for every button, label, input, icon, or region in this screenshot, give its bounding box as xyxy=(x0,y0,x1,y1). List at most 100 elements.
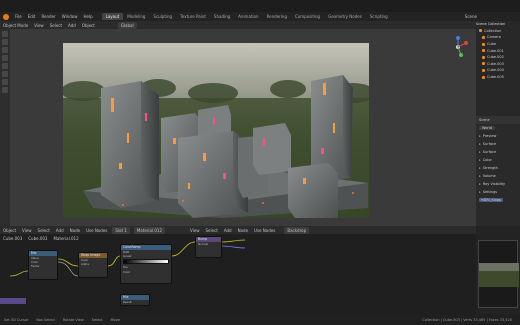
object-icon xyxy=(479,29,482,33)
3d-viewport[interactable]: Object Mode View Select Add Object Global xyxy=(0,21,476,226)
object-icon xyxy=(482,75,485,79)
properties-panel-row[interactable]: ▸ Color xyxy=(476,156,520,164)
outliner-item[interactable]: Camera xyxy=(476,34,520,41)
properties-panel-row[interactable]: ▸ Surface xyxy=(476,148,520,156)
viewport-menu-select[interactable]: Select xyxy=(47,23,65,28)
outliner-item[interactable]: Cube.001 xyxy=(476,47,520,54)
top-bar: File Edit Render Window Help Layout Modeling S… xyxy=(0,12,520,21)
cursor-tool-icon[interactable] xyxy=(2,39,8,45)
properties-panel-row[interactable]: ▸ Strength xyxy=(476,164,520,172)
main-menu: File Edit Render Window Help xyxy=(12,14,96,19)
node-links xyxy=(9,239,246,277)
tab-shading[interactable]: Shading xyxy=(210,13,234,20)
select-tool-icon[interactable] xyxy=(2,31,8,37)
shader-editor[interactable]: Object View Select Add Node Use Nodes Slot 1 … xyxy=(0,226,476,314)
menu-render[interactable]: Render xyxy=(38,14,58,19)
annotate-tool-icon[interactable] xyxy=(2,79,8,85)
workspace-tabs: Layout Modeling Sculpting Texture Paint Shad… xyxy=(101,13,392,20)
object-icon xyxy=(482,49,485,53)
tab-rendering[interactable]: Rendering xyxy=(263,13,291,20)
node-colorramp[interactable]: ColorRamp RGB Linear Pos Color xyxy=(120,244,172,284)
properties-panel-label: Color xyxy=(482,158,492,162)
outliner-item[interactable]: Cube.003 xyxy=(476,61,520,68)
properties-panel-label: Surface xyxy=(482,142,497,146)
status-bar: Set 3D Cursor Box Select Rotate View Select… xyxy=(0,314,520,325)
properties-panel-row[interactable]: ▸ Surface xyxy=(476,140,520,148)
outliner-item-label: Cube xyxy=(487,42,497,47)
world-selector[interactable]: World xyxy=(479,126,496,130)
frame-node[interactable] xyxy=(0,298,26,304)
outliner-item-label: Cube.005 xyxy=(487,75,504,80)
scene-selector[interactable]: Scene xyxy=(462,14,480,19)
transform-tool-icon[interactable] xyxy=(2,71,8,77)
outliner-item-label: Collection xyxy=(484,28,502,33)
tab-sculpting[interactable]: Sculpting xyxy=(149,13,176,20)
chevron-right-icon[interactable]: ▸ xyxy=(479,142,481,146)
outliner: Scene Collection Collection Camera Cube Cub… xyxy=(476,21,520,116)
render-image xyxy=(63,43,369,218)
tab-animation[interactable]: Animation xyxy=(234,13,262,20)
hdri-preview[interactable] xyxy=(478,240,519,308)
node-bump[interactable]: Bump Normal xyxy=(195,236,222,258)
navigation-gizmo[interactable] xyxy=(446,35,470,59)
chevron-right-icon[interactable]: ▸ xyxy=(479,174,481,178)
outliner-item-label: Cube.004 xyxy=(487,68,504,73)
chevron-right-icon[interactable]: ▸ xyxy=(479,134,481,138)
chevron-right-icon[interactable]: ▸ xyxy=(479,190,481,194)
properties-panel-label: Preview xyxy=(482,134,497,138)
tab-texture-paint[interactable]: Texture Paint xyxy=(176,13,210,20)
image-editor xyxy=(476,226,520,314)
menu-help[interactable]: Help xyxy=(80,14,95,19)
properties-panel-row[interactable]: ▸ Preview xyxy=(476,132,520,140)
chevron-right-icon[interactable]: ▸ xyxy=(479,182,481,186)
tab-geometry-nodes[interactable]: Geometry Nodes xyxy=(324,13,366,20)
viewport-menu-object[interactable]: Object xyxy=(79,23,98,28)
properties-panel: Scene World ▸ Preview ▸ Surface ▸ Surface ▸ Col… xyxy=(476,116,520,226)
viewport-menu-view[interactable]: View xyxy=(31,23,47,28)
outliner-item[interactable]: Cube.004 xyxy=(476,67,520,74)
properties-panel-row[interactable]: ▸ Settings xyxy=(476,188,520,196)
status-hint-box-select: Box Select xyxy=(36,317,55,322)
transform-orientation[interactable]: Global xyxy=(117,21,137,29)
outliner-title: Scene Collection xyxy=(476,22,506,27)
blender-logo-icon[interactable] xyxy=(3,13,9,20)
status-hint-select: Select xyxy=(91,317,103,322)
camera-render-view[interactable] xyxy=(63,43,369,218)
properties-panel-row[interactable]: ▸ Volume xyxy=(476,172,520,180)
tab-modeling[interactable]: Modeling xyxy=(123,13,149,20)
chevron-right-icon[interactable]: ▸ xyxy=(479,158,481,162)
tab-layout[interactable]: Layout xyxy=(101,13,124,20)
hdri-image-field[interactable]: HDRI_Klopp xyxy=(479,198,504,202)
viewport-menu-add[interactable]: Add xyxy=(65,23,79,28)
outliner-item-label: Camera xyxy=(487,35,501,40)
chevron-right-icon[interactable]: ▸ xyxy=(479,166,481,170)
properties-panel-label: Volume xyxy=(482,174,496,178)
node-mix[interactable]: Mix Value Color Factor xyxy=(28,250,58,280)
viewport-menu-object-mode[interactable]: Object Mode xyxy=(0,23,31,28)
rotate-tool-icon[interactable] xyxy=(2,55,8,61)
outliner-item[interactable]: Cube xyxy=(476,41,520,48)
outliner-item[interactable]: Collection xyxy=(476,28,520,35)
outliner-item-label: Cube.001 xyxy=(487,48,504,53)
measure-tool-icon[interactable] xyxy=(2,87,8,93)
status-hint-rotate-view: Rotate View xyxy=(62,317,84,322)
menu-edit[interactable]: Edit xyxy=(25,14,39,19)
toolbar xyxy=(0,29,10,226)
properties-panel-row[interactable]: ▸ Ray Visibility xyxy=(476,180,520,188)
outliner-item[interactable]: Cube.005 xyxy=(476,74,520,81)
menu-window[interactable]: Window xyxy=(59,14,81,19)
menu-file[interactable]: File xyxy=(12,14,25,19)
move-tool-icon[interactable] xyxy=(2,47,8,53)
node-mix-2[interactable]: Mix Result xyxy=(120,294,150,306)
tab-compositing[interactable]: Compositing xyxy=(291,13,324,20)
object-icon xyxy=(482,55,485,59)
tab-scripting[interactable]: Scripting xyxy=(366,13,392,20)
chevron-right-icon[interactable]: ▸ xyxy=(479,150,481,154)
properties-panel-label: Surface xyxy=(482,150,497,154)
color-ramp-gradient[interactable] xyxy=(123,259,169,265)
outliner-item[interactable]: Cube.002 xyxy=(476,54,520,61)
object-icon xyxy=(482,62,485,66)
scale-tool-icon[interactable] xyxy=(2,63,8,69)
node-wrap-image[interactable]: Wrap Image Color Alpha xyxy=(78,252,108,278)
viewport-header: Object Mode View Select Add Object Global xyxy=(0,21,476,29)
